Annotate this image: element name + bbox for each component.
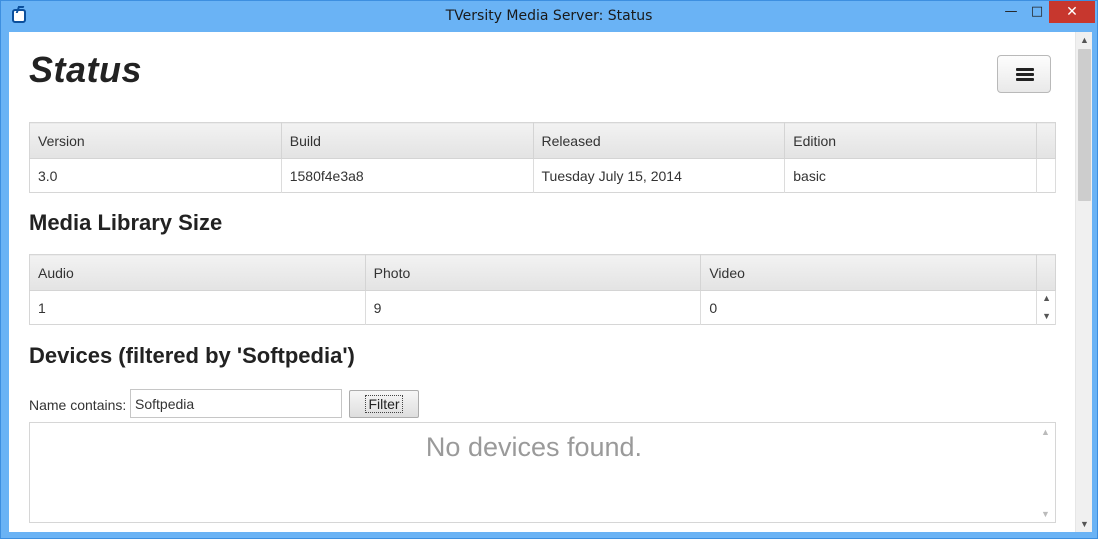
scroll-up-icon[interactable]: ▲ (1076, 35, 1092, 45)
media-library-heading: Media Library Size (29, 210, 223, 235)
title-bar[interactable]: TVersity Media Server: Status — □ ✕ (1, 1, 1097, 32)
column-header-audio: Audio (29, 254, 366, 291)
photo-count: 9 (365, 290, 702, 325)
devices-heading: Devices (filtered by 'Softpedia') (29, 343, 355, 368)
empty-message: No devices found. (425, 432, 643, 462)
header-spacer (1036, 122, 1057, 159)
column-header-build: Build (281, 122, 534, 159)
column-header-video: Video (700, 254, 1038, 291)
page-title: Status (29, 49, 143, 90)
content-area: Status Version Build Released Edition 3.… (9, 32, 1092, 532)
menu-button[interactable] (997, 55, 1051, 93)
column-header-photo: Photo (365, 254, 702, 291)
table-row: 1 9 0 ▲ ▼ (29, 290, 1056, 325)
filter-button[interactable]: Filter (349, 390, 419, 418)
minimize-button[interactable]: — (997, 1, 1025, 23)
filter-button-label: Filter (365, 395, 403, 413)
scroll-up-icon[interactable]: ▲ (1042, 293, 1051, 304)
scroll-up-icon[interactable]: ▲ (1041, 427, 1050, 437)
column-header-edition: Edition (784, 122, 1037, 159)
table-row: 3.0 1580f4e3a8 Tuesday July 15, 2014 bas… (29, 158, 1057, 193)
devices-list[interactable]: No devices found. ▲ ▼ (29, 422, 1056, 523)
scroll-down-icon[interactable]: ▼ (1042, 311, 1051, 322)
app-window: TVersity Media Server: Status — □ ✕ Stat… (0, 0, 1098, 539)
table-scrollbar[interactable]: ▲ ▼ (1036, 290, 1056, 325)
close-button[interactable]: ✕ (1049, 1, 1095, 23)
filter-label: Name contains: (29, 397, 127, 413)
page-scrollbar[interactable]: ▲ ▼ (1075, 32, 1092, 532)
window-title: TVersity Media Server: Status (445, 8, 653, 24)
audio-count: 1 (29, 290, 366, 325)
column-header-version: Version (29, 122, 282, 159)
video-count: 0 (700, 290, 1038, 325)
released-value: Tuesday July 15, 2014 (533, 158, 786, 193)
maximize-button[interactable]: □ (1023, 1, 1051, 23)
row-spacer (1036, 158, 1057, 193)
edition-value: basic (784, 158, 1037, 193)
header-spacer (1036, 254, 1056, 291)
devices-scrollbar[interactable]: ▲ ▼ (1041, 427, 1053, 519)
scrollbar-thumb[interactable] (1078, 49, 1091, 201)
hamburger-menu-icon (1016, 68, 1034, 71)
media-library-table: Audio Photo Video 1 9 0 ▲ ▼ (29, 254, 1056, 325)
hamburger-menu-icon (1016, 78, 1034, 81)
table-header-row: Audio Photo Video (29, 254, 1056, 291)
filter-name-input[interactable] (130, 389, 342, 418)
build-value: 1580f4e3a8 (281, 158, 534, 193)
scroll-down-icon[interactable]: ▼ (1076, 519, 1092, 529)
version-table: Version Build Released Edition 3.0 1580f… (29, 122, 1057, 193)
scroll-down-icon[interactable]: ▼ (1041, 509, 1050, 519)
hamburger-menu-icon (1016, 73, 1034, 76)
version-value: 3.0 (29, 158, 282, 193)
column-header-released: Released (533, 122, 786, 159)
table-header-row: Version Build Released Edition (29, 122, 1057, 159)
